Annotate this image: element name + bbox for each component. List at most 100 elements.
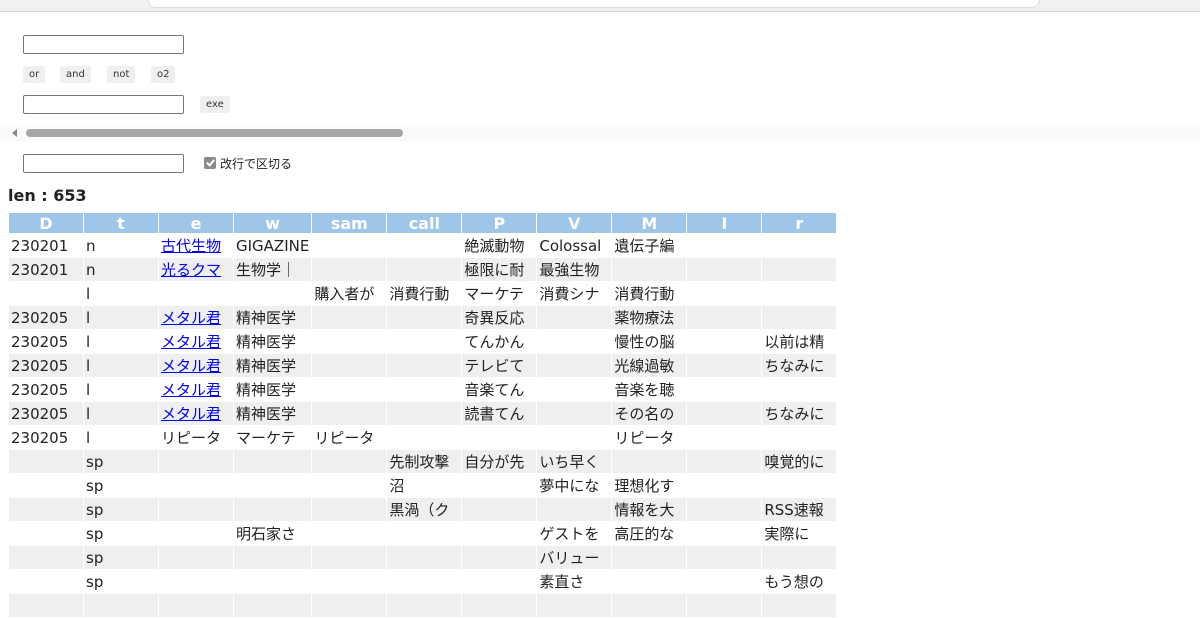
- entry-link[interactable]: メタル君: [161, 333, 221, 351]
- cell-d: 230205: [8, 401, 84, 426]
- cell-m: [611, 257, 688, 282]
- cell-m: 消費行動: [611, 281, 688, 306]
- exe-button[interactable]: exe: [200, 96, 230, 113]
- cell-p: てんかん: [461, 329, 538, 354]
- cell-w: 生物学｜: [232, 257, 313, 282]
- entry-link[interactable]: 古代生物: [161, 237, 221, 255]
- cell-w: GIGAZINE: [232, 233, 313, 258]
- column-header-e: e: [158, 212, 234, 234]
- cell-sam: リピータ: [311, 425, 388, 450]
- cell-sam: [311, 353, 388, 378]
- query-input-1[interactable]: [23, 35, 184, 54]
- cell-p: [461, 497, 538, 522]
- cell-e: [158, 521, 234, 546]
- cell-i: [686, 401, 763, 426]
- cell-v: 素直さ: [536, 569, 613, 594]
- and-button[interactable]: and: [60, 66, 91, 83]
- cell-i: [686, 377, 763, 402]
- cell-sam: [311, 257, 388, 282]
- cell-r: ちなみに: [761, 353, 838, 378]
- cell-sam: 購入者が: [311, 281, 388, 306]
- cell-m: 情報を大: [611, 497, 688, 522]
- cell-i: [686, 449, 763, 474]
- cell-p: 極限に耐: [461, 257, 538, 282]
- cell-w: 精神医学: [232, 353, 313, 378]
- cell-t: sp: [83, 497, 159, 522]
- column-header-i: I: [686, 212, 763, 234]
- cell-i: [686, 425, 763, 450]
- cell-sam: [311, 305, 388, 330]
- cell-d: [8, 281, 84, 306]
- cell-t: n: [83, 233, 159, 258]
- query-input-2[interactable]: [23, 95, 184, 114]
- entry-link[interactable]: メタル君: [161, 381, 221, 399]
- cell-d: 230205: [8, 329, 84, 354]
- cell-sam: [311, 521, 388, 546]
- cell-t: l: [83, 329, 159, 354]
- cell-call: [386, 233, 463, 258]
- cell-m: [611, 545, 688, 570]
- cell-m: その名の: [611, 401, 688, 426]
- table-header-row: Dt e w sam call P V M Ir: [8, 212, 838, 234]
- cell-w: [232, 545, 313, 570]
- cell-call: [386, 329, 463, 354]
- cell-t: l: [83, 425, 159, 450]
- horizontal-scrollbar[interactable]: [0, 125, 1200, 141]
- cell-v: 最強生物: [536, 257, 613, 282]
- table-row: 230205 l メタル君 精神医学 音楽てん 音楽を聴: [8, 377, 838, 402]
- cell-sam: [311, 545, 388, 570]
- cell-p: [461, 545, 538, 570]
- cell-m: 慢性の脳: [611, 329, 688, 354]
- cell-i: [686, 545, 763, 570]
- not-button[interactable]: not: [107, 66, 136, 83]
- cell-call: 消費行動: [386, 281, 463, 306]
- entry-link[interactable]: メタル君: [161, 357, 221, 375]
- newline-split-checkbox[interactable]: [204, 157, 216, 169]
- cell-r: [761, 305, 838, 330]
- delimiter-input[interactable]: [23, 154, 184, 173]
- browser-top-bar: [0, 0, 1200, 12]
- column-header-m: M: [611, 212, 688, 234]
- entry-link[interactable]: メタル君: [161, 405, 221, 423]
- column-header-t: t: [83, 212, 159, 234]
- cell-t: sp: [83, 545, 159, 570]
- cell-t: n: [83, 257, 159, 282]
- scrollbar-thumb[interactable]: [26, 129, 403, 137]
- cell-v: [536, 401, 613, 426]
- cell-d: [8, 521, 84, 546]
- cell-w: 精神医学: [232, 329, 313, 354]
- table-row: sp 沼 夢中にな 理想化す: [8, 473, 838, 498]
- cell-sam: [311, 377, 388, 402]
- cell-d: [8, 497, 84, 522]
- cell-w: [232, 497, 313, 522]
- cell-m: リピータ: [611, 425, 688, 450]
- table-row: sp 先制攻撃 自分が先 いち早く 嗅覚的に: [8, 449, 838, 474]
- cell-sam: [311, 569, 388, 594]
- cell-w: [232, 473, 313, 498]
- entry-link[interactable]: 光るクマ: [161, 261, 221, 279]
- table-row: 230205 l メタル君 精神医学 てんかん 慢性の脳 以前は精: [8, 329, 838, 354]
- address-bar[interactable]: [148, 0, 1040, 8]
- table-row: 230205 l メタル君 精神医学 テレビて 光線過敏 ちなみに: [8, 353, 838, 378]
- cell-e: メタル君: [158, 377, 234, 402]
- cell-e: メタル君: [158, 401, 234, 426]
- cell-e: [158, 545, 234, 570]
- cell-sam: [311, 497, 388, 522]
- scroll-left-arrow-icon[interactable]: [12, 129, 17, 137]
- cell-r: [761, 593, 838, 618]
- results-table: Dt e w sam call P V M Ir 230201 n 古代生物 GIGAZINE 絶滅動物…: [8, 212, 838, 618]
- cell-p: [461, 569, 538, 594]
- o2-button[interactable]: o2: [151, 66, 176, 83]
- table-row: 230205 l メタル君 精神医学 奇異反応 薬物療法: [8, 305, 838, 330]
- cell-d: 230201: [8, 233, 84, 258]
- column-header-call: call: [386, 212, 463, 234]
- cell-t: l: [83, 353, 159, 378]
- or-button[interactable]: or: [23, 66, 46, 83]
- cell-v: [536, 377, 613, 402]
- cell-call: [386, 377, 463, 402]
- cell-d: [8, 569, 84, 594]
- entry-link[interactable]: メタル君: [161, 309, 221, 327]
- cell-m: 音楽を聴: [611, 377, 688, 402]
- cell-i: [686, 497, 763, 522]
- cell-w: 精神医学: [232, 305, 313, 330]
